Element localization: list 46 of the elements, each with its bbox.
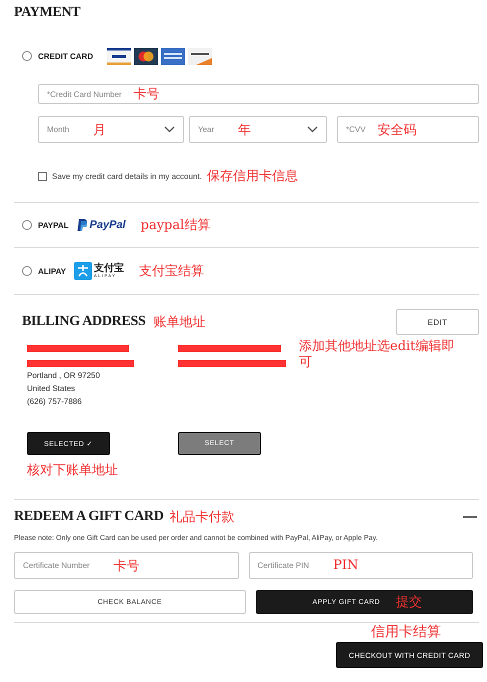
annotation-text: 支付宝结算 [139, 263, 204, 280]
alipay-logo-text: 支付宝 [94, 264, 124, 274]
card-logo-icon [134, 48, 158, 64]
annotation-text: 年 [238, 122, 252, 138]
address-line: United States [27, 383, 76, 395]
annotation-text: 月 [93, 122, 106, 138]
checkbox[interactable] [38, 172, 47, 180]
annotation-text: 账单地址 [154, 314, 206, 331]
checkbox-label: Save my credit card details in my account. [52, 172, 202, 180]
method-label: CREDIT CARD [38, 52, 94, 60]
year-select[interactable]: Year 年 [189, 116, 327, 143]
month-select[interactable]: Month 月 [38, 116, 184, 143]
paypal-p-icon [76, 219, 87, 231]
edit-button[interactable]: EDIT [396, 309, 479, 335]
section-title: REDEEM A GIFT CARD [14, 509, 164, 525]
cvv-field[interactable]: *CVV 安全码 [337, 116, 479, 143]
section-title: BILLING ADDRESS [22, 314, 146, 330]
annotation-text: paypal结算 [140, 217, 210, 234]
annotation-text: 提交 [396, 594, 422, 611]
annotation-text: 添加其他地址选edit编辑即可 [299, 339, 456, 372]
annotation-text: 保存信用卡信息 [206, 168, 298, 185]
method-label: ALIPAY [38, 266, 66, 276]
radio-button[interactable] [22, 220, 32, 230]
card-logo-icon [188, 48, 212, 64]
annotation-text: 卡号 [134, 86, 160, 103]
annotation-text: 信用卡结算 [371, 623, 441, 641]
certificate-pin-field[interactable]: Certificate PIN PIN [248, 552, 473, 579]
address-line: (626) 757-7886 [27, 396, 83, 408]
address-line: Portland , OR 97250 [27, 370, 101, 382]
radio-button[interactable] [22, 51, 32, 61]
annotation-text: 礼品卡付款 [170, 509, 235, 526]
alipay-icon [74, 262, 92, 280]
card-logo-icon [161, 48, 186, 64]
card-number-field[interactable]: *Credit Card Number 卡号 [38, 84, 479, 104]
annotation-text: PIN [333, 558, 358, 573]
annotation-text: 安全码 [378, 122, 417, 138]
card-logo-icon [107, 48, 132, 64]
annotation-text: 卡号 [114, 558, 140, 574]
chevron-down-icon [307, 126, 318, 133]
section-title: PAYMENT [14, 5, 82, 21]
method-label: PAYPAL [38, 220, 69, 230]
certificate-number-field[interactable]: Certificate Number 卡号 [14, 552, 238, 579]
radio-button[interactable] [22, 266, 32, 276]
paypal-logo-text: PayPal [90, 219, 126, 231]
chevron-down-icon [164, 126, 175, 133]
annotation-text: 核对下账单地址 [27, 462, 119, 479]
